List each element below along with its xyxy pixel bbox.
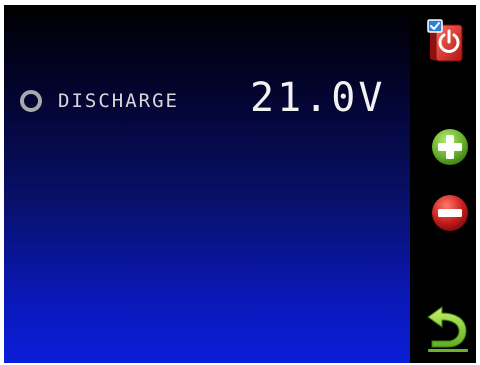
minus-icon[interactable] [430,193,470,233]
voltage-readout: 21.0V [250,75,386,121]
side-toolbar [410,5,476,363]
device-screen: DISCHARGE 21.0V [4,5,476,363]
discharge-radio[interactable] [20,90,42,112]
discharge-label: DISCHARGE [58,90,179,112]
plus-icon[interactable] [430,127,470,167]
power-icon[interactable] [426,19,464,63]
main-panel: DISCHARGE 21.0V [4,5,410,363]
discharge-row[interactable]: DISCHARGE [20,83,179,119]
back-arrow-icon[interactable] [424,305,472,353]
